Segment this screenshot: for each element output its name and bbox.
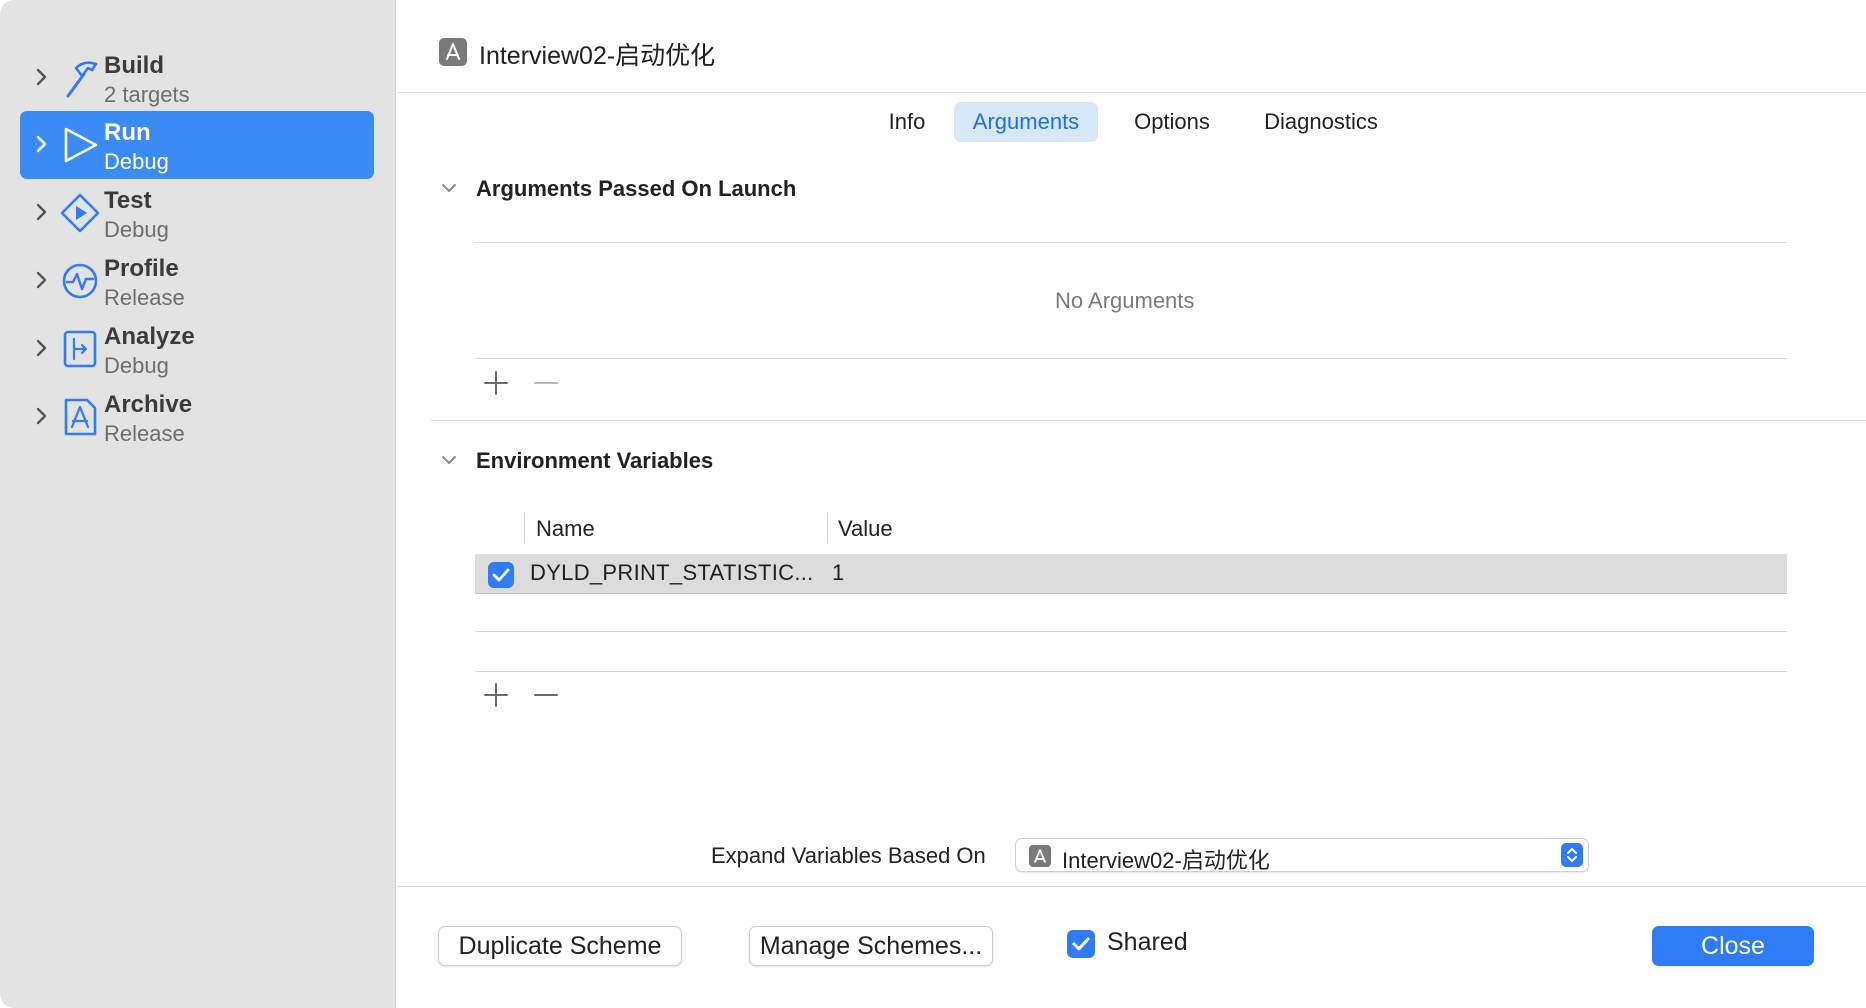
- chevron-right-icon[interactable]: [30, 201, 52, 223]
- tab-info[interactable]: Info: [869, 102, 945, 142]
- scheme-detail-pane: Interview02-启动优化 Info Arguments Options …: [397, 0, 1866, 1008]
- app-icon: [1029, 845, 1051, 867]
- shared-label[interactable]: Shared: [1107, 928, 1188, 957]
- tab-bar: Info Arguments Options Diagnostics: [397, 102, 1866, 142]
- sidebar-item-title: Profile: [104, 255, 179, 282]
- app-icon: [439, 38, 467, 66]
- waveform-icon: [62, 263, 98, 299]
- sidebar-item-title: Test: [104, 187, 152, 214]
- arguments-table-top-border: [475, 242, 1787, 243]
- add-env-variable-button[interactable]: [481, 680, 511, 710]
- sidebar-item-subtitle: 2 targets: [104, 82, 190, 107]
- tab-options[interactable]: Options: [1117, 102, 1227, 142]
- chevron-right-icon[interactable]: [30, 66, 52, 88]
- sidebar-item-title: Build: [104, 52, 164, 79]
- analyze-icon: [63, 330, 97, 368]
- hammer-icon: [66, 61, 98, 98]
- checkmark-icon: [492, 568, 510, 582]
- tab-arguments[interactable]: Arguments: [954, 102, 1098, 142]
- table-row-separator: [475, 631, 1787, 632]
- sidebar-item-subtitle: Release: [104, 421, 185, 446]
- sidebar-item-test[interactable]: Test Debug: [20, 179, 374, 247]
- section-divider: [431, 420, 1866, 421]
- checkmark-icon: [1072, 937, 1090, 951]
- arguments-table-bottom-border: [475, 358, 1787, 359]
- column-header-name[interactable]: Name: [536, 516, 595, 542]
- footer-divider: [397, 886, 1866, 887]
- duplicate-scheme-button[interactable]: Duplicate Scheme: [438, 926, 682, 966]
- sidebar-item-analyze[interactable]: Analyze Debug: [20, 315, 374, 383]
- chevron-right-icon[interactable]: [30, 269, 52, 291]
- expand-variables-label: Expand Variables Based On: [711, 843, 986, 868]
- sidebar-item-subtitle: Release: [104, 285, 185, 310]
- archive-icon: [64, 398, 97, 436]
- env-table-bottom-border: [475, 671, 1787, 672]
- test-diamond-icon: [60, 193, 100, 233]
- table-row[interactable]: DYLD_PRINT_STATISTIC... 1: [475, 554, 1787, 594]
- sidebar-item-profile[interactable]: Profile Release: [20, 247, 374, 315]
- scheme-editor-window: Build 2 targets Run Debug Test Debug Pro…: [0, 0, 1866, 1008]
- column-header-value[interactable]: Value: [838, 516, 893, 542]
- sidebar-item-title: Analyze: [104, 323, 195, 350]
- expand-variables-popup[interactable]: Interview02-启动优化: [1015, 838, 1589, 873]
- chevron-right-icon[interactable]: [30, 337, 52, 359]
- chevron-right-icon[interactable]: [30, 405, 52, 427]
- header-divider: [397, 92, 1866, 93]
- arguments-section-title: Arguments Passed On Launch: [476, 176, 797, 201]
- remove-env-variable-button[interactable]: [531, 680, 561, 710]
- no-arguments-text: No Arguments: [1055, 288, 1195, 313]
- column-separator: [827, 513, 828, 543]
- chevron-right-icon[interactable]: [30, 133, 52, 155]
- expand-variables-value: Interview02-启动优化: [1062, 848, 1270, 873]
- chevron-down-icon[interactable]: [439, 178, 459, 198]
- add-argument-button[interactable]: [481, 368, 511, 398]
- env-variable-value[interactable]: 1: [832, 560, 844, 586]
- sidebar-item-build[interactable]: Build 2 targets: [20, 44, 374, 112]
- scheme-action-sidebar: Build 2 targets Run Debug Test Debug Pro…: [0, 0, 396, 1008]
- remove-argument-button[interactable]: [531, 368, 561, 398]
- close-button[interactable]: Close: [1652, 926, 1814, 966]
- scheme-title: Interview02-启动优化: [479, 42, 716, 70]
- sidebar-item-subtitle: Debug: [104, 353, 169, 378]
- sidebar-item-subtitle: Debug: [104, 149, 169, 174]
- environment-section-title: Environment Variables: [476, 448, 714, 473]
- popup-stepper-icon: [1561, 843, 1583, 867]
- shared-checkbox[interactable]: [1067, 930, 1095, 958]
- env-enabled-checkbox[interactable]: [488, 562, 514, 588]
- sidebar-item-archive[interactable]: Archive Release: [20, 383, 374, 451]
- sidebar-item-title: Archive: [104, 391, 193, 418]
- chevron-down-icon[interactable]: [439, 450, 459, 470]
- sidebar-item-title: Run: [104, 119, 151, 146]
- manage-schemes-button[interactable]: Manage Schemes...: [749, 926, 993, 966]
- column-separator: [524, 513, 525, 543]
- sidebar-item-run[interactable]: Run Debug: [20, 111, 374, 179]
- env-variable-name[interactable]: DYLD_PRINT_STATISTIC...: [530, 560, 814, 586]
- tab-diagnostics[interactable]: Diagnostics: [1247, 102, 1395, 142]
- sidebar-item-subtitle: Debug: [104, 217, 169, 242]
- play-outline-icon: [64, 127, 98, 163]
